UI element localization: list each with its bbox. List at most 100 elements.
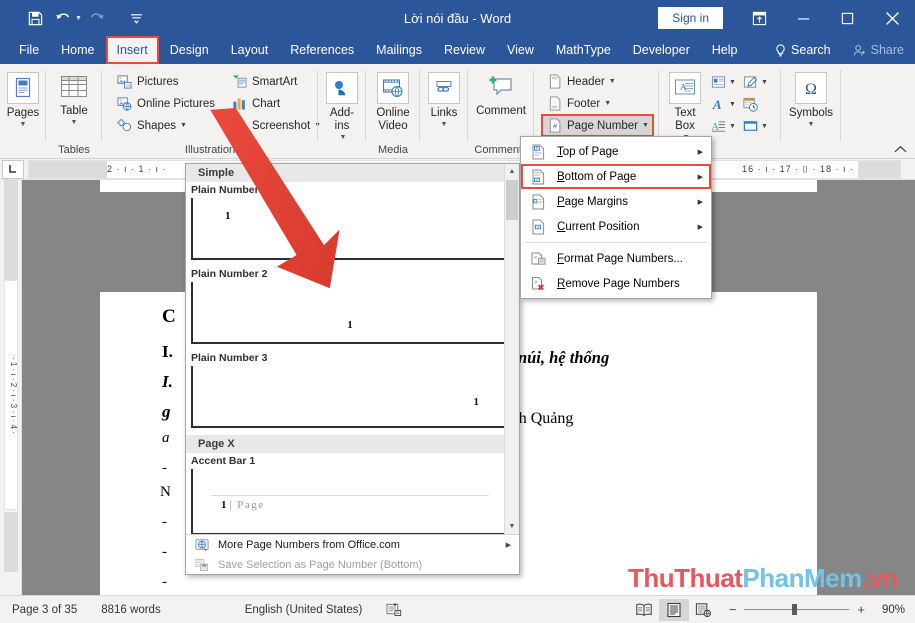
comment-button[interactable]: Comment bbox=[472, 69, 530, 118]
chevron-down-icon[interactable]: ▼ bbox=[729, 101, 736, 108]
tab-file[interactable]: File bbox=[8, 36, 50, 64]
sign-in-button[interactable]: Sign in bbox=[658, 7, 723, 29]
customize-qat-icon[interactable] bbox=[124, 6, 150, 30]
zoom-control[interactable]: − + 90% bbox=[729, 602, 905, 617]
chevron-down-icon[interactable]: ▼ bbox=[604, 100, 611, 107]
tab-references[interactable]: References bbox=[279, 36, 365, 64]
ribbon-display-options-icon[interactable] bbox=[737, 0, 781, 36]
svg-text:#: # bbox=[536, 225, 538, 229]
chevron-down-icon[interactable]: ▼ bbox=[761, 79, 768, 86]
chevron-down-icon[interactable]: ▼ bbox=[642, 122, 649, 129]
proofing-errors-icon[interactable] bbox=[374, 602, 414, 617]
collapse-ribbon-icon[interactable] bbox=[894, 145, 907, 154]
scroll-down-icon[interactable]: ▼ bbox=[505, 519, 519, 534]
smartart-button[interactable]: SmartArt bbox=[227, 71, 325, 92]
gallery-item-plain-number-1[interactable]: 1 bbox=[191, 198, 509, 260]
tab-insert[interactable]: Insert bbox=[105, 36, 159, 64]
online-video-button[interactable]: Online Video bbox=[370, 69, 416, 133]
table-button[interactable]: Table ▼ bbox=[50, 69, 98, 127]
text-box-button[interactable]: A TextBox ▼ bbox=[663, 69, 707, 142]
tab-developer[interactable]: Developer bbox=[622, 36, 701, 64]
tab-mathtype[interactable]: MathType bbox=[545, 36, 622, 64]
online-pictures-button[interactable]: Online Pictures bbox=[112, 93, 219, 114]
undo-dropdown-icon[interactable]: ▼ bbox=[75, 15, 82, 22]
shapes-button[interactable]: Shapes ▼ bbox=[112, 115, 219, 136]
scroll-up-icon[interactable]: ▲ bbox=[505, 164, 519, 179]
tab-review[interactable]: Review bbox=[433, 36, 496, 64]
zoom-out-button[interactable]: − bbox=[729, 602, 737, 617]
tab-help[interactable]: Help bbox=[701, 36, 749, 64]
tab-layout[interactable]: Layout bbox=[220, 36, 280, 64]
text-box-icon: A bbox=[669, 72, 701, 104]
doc-line: - bbox=[162, 574, 167, 590]
chevron-down-icon[interactable]: ▼ bbox=[71, 119, 78, 127]
tab-mailings[interactable]: Mailings bbox=[365, 36, 433, 64]
signature-line-button[interactable]: ▼ bbox=[741, 72, 770, 93]
menu-item-bottom-of-page[interactable]: # Bottom of Page ▶ bbox=[521, 164, 711, 189]
close-icon[interactable] bbox=[869, 0, 915, 36]
chevron-down-icon[interactable]: ▼ bbox=[441, 121, 448, 129]
addins-label: Add-ins bbox=[329, 107, 355, 133]
zoom-slider-thumb[interactable] bbox=[792, 604, 798, 615]
web-layout-icon[interactable] bbox=[689, 599, 719, 621]
gallery-item-accent-bar-1[interactable]: 1 | Page bbox=[191, 469, 509, 534]
zoom-in-button[interactable]: + bbox=[857, 602, 865, 617]
menu-item-format-page-numbers[interactable]: # Format Page Numbers... bbox=[521, 246, 711, 271]
search-box[interactable]: Search bbox=[764, 36, 842, 64]
header-button[interactable]: Header ▼ bbox=[542, 71, 653, 92]
chevron-down-icon[interactable]: ▼ bbox=[20, 121, 27, 129]
chevron-down-icon[interactable]: ▼ bbox=[609, 78, 616, 85]
screenshot-button[interactable]: Screenshot ▼ bbox=[227, 115, 325, 136]
language-indicator[interactable]: English (United States) bbox=[173, 604, 375, 616]
wordart-button[interactable]: A ▼ bbox=[709, 94, 738, 115]
scrollbar-thumb[interactable] bbox=[506, 180, 518, 220]
footer-button[interactable]: Footer ▼ bbox=[542, 93, 653, 114]
chevron-down-icon[interactable]: ▼ bbox=[761, 123, 768, 130]
addins-button[interactable]: Add-ins ▼ bbox=[322, 69, 362, 142]
vertical-ruler-track: · 1 · ı · 2 · ı · 3 · ı · 4 · bbox=[4, 280, 18, 510]
footer-icon bbox=[546, 96, 563, 111]
minimize-icon[interactable] bbox=[781, 0, 825, 36]
share-button[interactable]: Share bbox=[842, 36, 915, 64]
page-number-button[interactable]: # Page Number ▼ bbox=[541, 114, 654, 137]
page-number-gallery[interactable]: Simple Plain Number 1 1 Plain Number 2 1… bbox=[185, 163, 520, 575]
quick-parts-button[interactable]: ▼ bbox=[709, 72, 738, 93]
gallery-item-plain-number-2[interactable]: 1 bbox=[191, 282, 509, 344]
drop-cap-button[interactable]: A ▼ bbox=[709, 116, 738, 137]
object-button[interactable]: ▼ bbox=[741, 116, 770, 137]
print-layout-icon[interactable] bbox=[658, 598, 689, 621]
menu-item-current-position[interactable]: # Current Position ▶ bbox=[521, 214, 711, 239]
tab-view[interactable]: View bbox=[496, 36, 545, 64]
gallery-scrollbar[interactable]: ▲ ▼ bbox=[504, 164, 519, 534]
chevron-down-icon[interactable]: ▼ bbox=[729, 123, 736, 130]
date-time-button[interactable] bbox=[741, 94, 770, 115]
maximize-icon[interactable] bbox=[825, 0, 869, 36]
page-indicator[interactable]: Page 3 of 35 bbox=[0, 604, 89, 616]
tab-stop-selector[interactable] bbox=[2, 159, 24, 179]
symbols-button[interactable]: Ω Symbols ▼ bbox=[785, 69, 837, 129]
chevron-down-icon[interactable]: ▼ bbox=[729, 79, 736, 86]
ribbon-group-media: Online Video Media bbox=[366, 64, 420, 159]
chevron-down-icon[interactable]: ▼ bbox=[180, 122, 187, 129]
gallery-item-plain-number-3[interactable]: 1 bbox=[191, 366, 509, 428]
more-page-numbers-item[interactable]: More Page Numbers from Office.com ▶ bbox=[186, 535, 519, 555]
chevron-down-icon[interactable]: ▼ bbox=[808, 121, 815, 129]
chart-button[interactable]: Chart bbox=[227, 93, 325, 114]
menu-item-remove-page-numbers[interactable]: # Remove Page Numbers bbox=[521, 271, 711, 296]
pages-button[interactable]: Pages ▼ bbox=[4, 69, 42, 129]
pictures-button[interactable]: Pictures bbox=[112, 71, 219, 92]
word-count[interactable]: 8816 words bbox=[89, 604, 172, 616]
links-button[interactable]: Links ▼ bbox=[424, 69, 464, 129]
save-icon[interactable] bbox=[22, 6, 48, 30]
menu-item-page-margins[interactable]: Page Margins ▶ bbox=[521, 189, 711, 214]
zoom-slider[interactable] bbox=[744, 604, 850, 615]
page-number-dropdown-menu[interactable]: # Top of Page ▶ # Bottom of Page ▶ Page … bbox=[520, 136, 712, 299]
zoom-level-label[interactable]: 90% bbox=[865, 604, 905, 616]
chevron-down-icon[interactable]: ▼ bbox=[340, 134, 347, 142]
menu-item-label: Page Margins bbox=[557, 195, 628, 208]
tab-design[interactable]: Design bbox=[159, 36, 220, 64]
tab-home[interactable]: Home bbox=[50, 36, 105, 64]
undo-icon[interactable] bbox=[50, 6, 76, 30]
menu-item-top-of-page[interactable]: # Top of Page ▶ bbox=[521, 139, 711, 164]
read-mode-icon[interactable] bbox=[629, 599, 659, 621]
